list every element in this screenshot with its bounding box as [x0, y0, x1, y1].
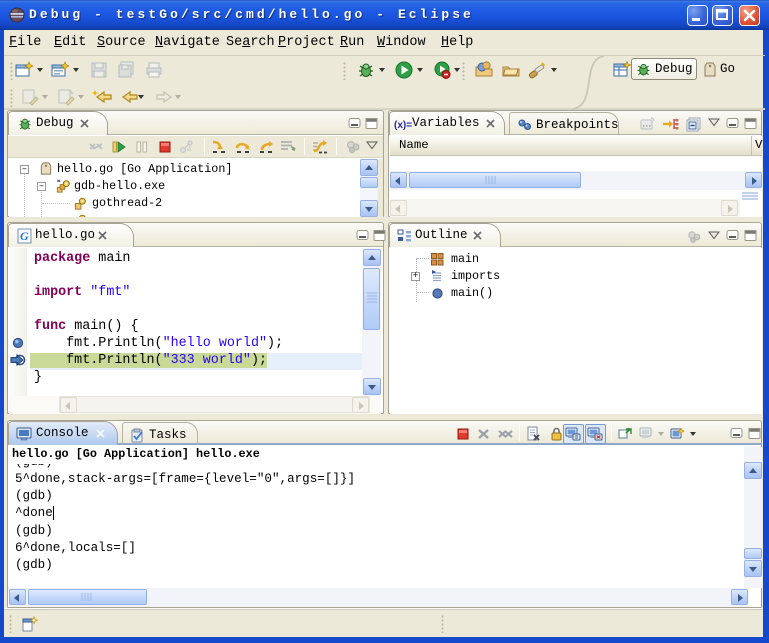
svg-text:G: G	[20, 229, 29, 243]
svg-text:(x)=: (x)=	[394, 120, 412, 130]
